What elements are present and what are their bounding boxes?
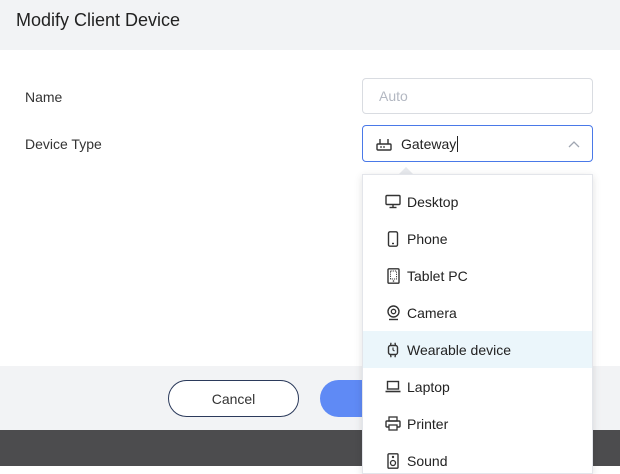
device-type-label: Device Type bbox=[25, 136, 102, 152]
name-label: Name bbox=[25, 89, 63, 105]
dropdown-item-printer[interactable]: Printer bbox=[363, 405, 592, 442]
chevron-up-icon bbox=[568, 137, 582, 151]
dropdown-item-label: Phone bbox=[407, 230, 448, 247]
dropdown-item-tablet[interactable]: Tablet PC bbox=[363, 257, 592, 294]
speaker-icon bbox=[385, 452, 401, 469]
dropdown-item-camera[interactable]: Camera bbox=[363, 294, 592, 331]
camera-icon bbox=[385, 304, 401, 321]
device-type-select[interactable]: Gateway bbox=[362, 125, 593, 162]
dropdown-item-wearable[interactable]: Wearable device bbox=[363, 331, 592, 368]
dropdown-item-label: Sound bbox=[407, 452, 448, 469]
selected-device-type: Gateway bbox=[401, 135, 457, 152]
cancel-button[interactable]: Cancel bbox=[168, 380, 299, 417]
dialog-header: Modify Client Device bbox=[0, 0, 620, 50]
dropdown-item-label: Printer bbox=[407, 415, 449, 432]
dropdown-item-label: Laptop bbox=[407, 378, 450, 395]
dropdown-item-laptop[interactable]: Laptop bbox=[363, 368, 592, 405]
watch-icon bbox=[385, 342, 401, 358]
dropdown-item-sound[interactable]: Sound bbox=[363, 442, 592, 473]
name-input[interactable] bbox=[362, 78, 593, 114]
desktop-icon bbox=[385, 194, 401, 210]
dropdown-item-label: Desktop bbox=[407, 193, 459, 210]
dialog-title: Modify Client Device bbox=[16, 10, 181, 30]
gateway-icon bbox=[375, 135, 393, 153]
dropdown-item-label: Tablet PC bbox=[407, 267, 468, 284]
laptop-icon bbox=[385, 379, 401, 395]
printer-icon bbox=[385, 416, 401, 432]
dropdown-arrow bbox=[399, 167, 413, 174]
phone-icon bbox=[385, 230, 401, 247]
text-cursor bbox=[457, 135, 459, 152]
dropdown-item-desktop[interactable]: Desktop bbox=[363, 183, 592, 220]
device-type-dropdown: Desktop Phone Tablet PC Camera Wearable … bbox=[362, 174, 593, 474]
dropdown-item-phone[interactable]: Phone bbox=[363, 220, 592, 257]
tablet-icon bbox=[385, 267, 401, 284]
dropdown-item-label: Wearable device bbox=[407, 341, 512, 358]
dropdown-item-label: Camera bbox=[407, 304, 457, 321]
